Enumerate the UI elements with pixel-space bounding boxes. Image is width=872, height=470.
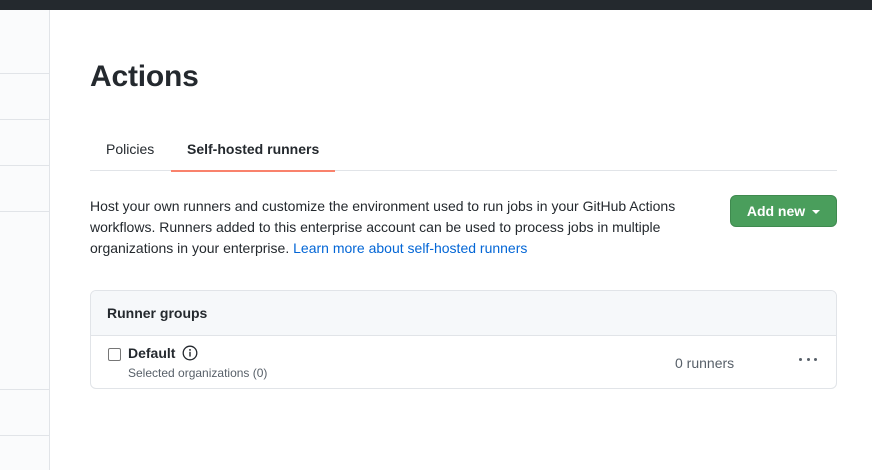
info-icon[interactable] (182, 345, 198, 361)
caret-down-icon (812, 210, 821, 214)
runner-groups-header: Runner groups (91, 291, 836, 336)
sidebar-item[interactable] (0, 435, 49, 436)
main-content: Actions Policies Self-hosted runners Hos… (90, 10, 837, 470)
sidebar-item[interactable] (0, 211, 49, 212)
top-bar (0, 0, 872, 10)
runner-group-checkbox[interactable] (108, 348, 121, 361)
dot-icon (814, 357, 817, 361)
sidebar-item[interactable] (0, 119, 49, 120)
runner-count: 0 runners (675, 355, 735, 371)
runner-groups-box: Runner groups Default Selected organizat… (90, 290, 837, 389)
learn-more-link[interactable]: Learn more about self-hosted runners (293, 240, 527, 256)
runner-group-name: Default (128, 345, 176, 361)
tab-self-hosted-runners[interactable]: Self-hosted runners (171, 134, 336, 172)
runner-group-subtitle: Selected organizations (0) (128, 366, 268, 380)
add-new-button[interactable]: Add new (730, 195, 837, 227)
dot-icon (799, 357, 802, 361)
dot-icon (806, 357, 810, 361)
tab-nav: Policies Self-hosted runners (90, 134, 837, 172)
runner-group-row: Default Selected organizations (0) 0 run… (91, 336, 836, 388)
page-title: Actions (90, 60, 199, 93)
sidebar-item[interactable] (0, 73, 49, 74)
tab-policies[interactable]: Policies (90, 134, 170, 171)
kebab-horizontal-icon[interactable] (797, 350, 819, 368)
intro-text: Host your own runners and customize the … (90, 196, 710, 259)
sidebar (0, 10, 50, 470)
add-new-label: Add new (746, 203, 806, 219)
sidebar-item[interactable] (0, 389, 49, 390)
sidebar-item[interactable] (0, 165, 49, 166)
